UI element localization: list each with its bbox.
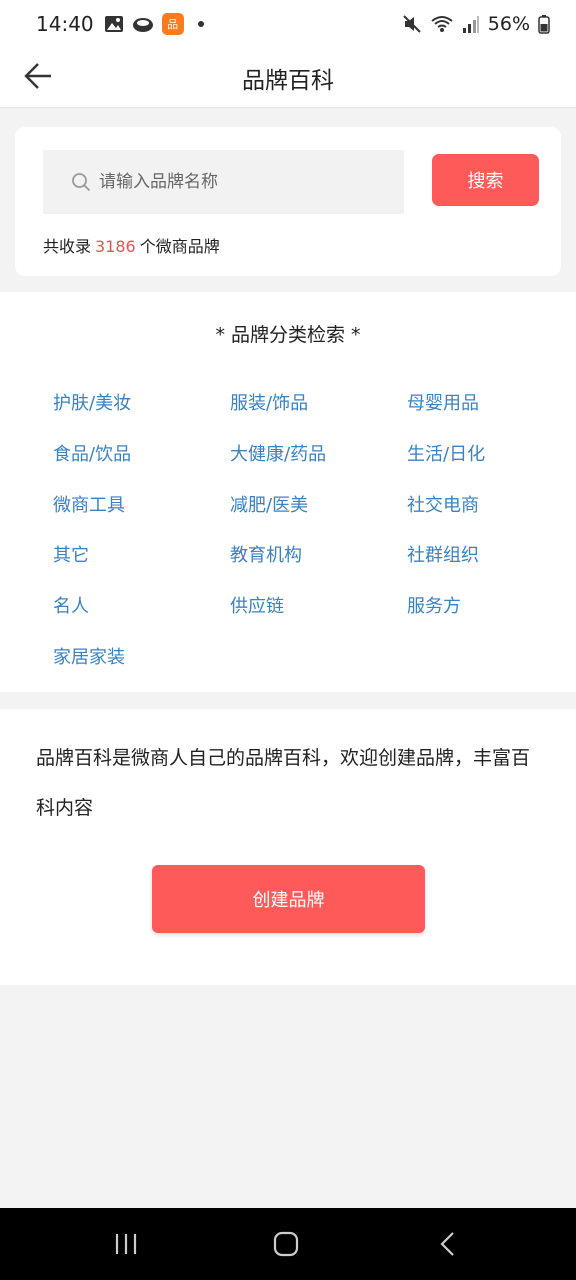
search-icon — [72, 173, 91, 192]
search-box[interactable] — [43, 150, 404, 214]
category-item-social-ecommerce[interactable]: 社交电商 — [407, 494, 553, 545]
signal-icon — [462, 16, 479, 33]
category-grid: 护肤/美妆 服装/饰品 母婴用品 食品/饮品 大健康/药品 生活/日化 微商工具… — [53, 392, 553, 697]
system-back-button[interactable] — [418, 1224, 478, 1264]
page-title: 品牌百科 — [242, 67, 334, 94]
category-item-wechat-tools[interactable]: 微商工具 — [53, 494, 230, 545]
status-bar: 14:40 品 56% — [0, 0, 576, 48]
category-card: * 品牌分类检索 * 护肤/美妆 服装/饰品 母婴用品 食品/饮品 大健康/药品… — [0, 292, 576, 692]
category-item-community[interactable]: 社群组织 — [407, 544, 553, 595]
mute-icon — [403, 15, 421, 33]
status-right: 56% — [402, 13, 550, 35]
wifi-icon — [431, 16, 453, 32]
search-button[interactable]: 搜索 — [432, 154, 539, 206]
count-prefix: 共收录 — [43, 237, 92, 256]
system-nav-bar — [0, 1208, 576, 1280]
category-item-skincare-makeup[interactable]: 护肤/美妆 — [53, 392, 230, 443]
recent-apps-button[interactable] — [96, 1224, 156, 1264]
intro-text: 品牌百科是微商人自己的品牌百科，欢迎创建品牌，丰富百科内容 — [36, 747, 531, 819]
brand-count-line: 共收录 3186 个微商品牌 — [43, 233, 220, 257]
category-item-daily-living[interactable]: 生活/日化 — [407, 443, 553, 494]
category-item-clothing-accessories[interactable]: 服装/饰品 — [230, 392, 407, 443]
category-item-health-medicine[interactable]: 大健康/药品 — [230, 443, 407, 494]
category-item-other[interactable]: 其它 — [53, 544, 230, 595]
category-item-food-drink[interactable]: 食品/饮品 — [53, 443, 230, 494]
count-suffix: 个微商品牌 — [139, 237, 220, 256]
battery-percentage: 56% — [487, 13, 530, 35]
brand-count-value: 3186 — [95, 237, 136, 256]
gallery-icon — [104, 16, 123, 32]
home-icon — [273, 1231, 299, 1257]
status-time: 14:40 — [36, 12, 94, 36]
category-item-slimming-aesthetics[interactable]: 减肥/医美 — [230, 494, 407, 545]
recent-apps-icon — [115, 1234, 137, 1254]
category-item-service-provider[interactable]: 服务方 — [407, 595, 553, 646]
category-item-education[interactable]: 教育机构 — [230, 544, 407, 595]
chevron-left-icon — [440, 1232, 454, 1256]
battery-icon — [538, 15, 550, 34]
app-badge-icon: 品 — [161, 13, 184, 35]
create-brand-button[interactable]: 创建品牌 — [152, 865, 425, 933]
search-input[interactable] — [99, 172, 379, 192]
category-item-supply-chain[interactable]: 供应链 — [230, 595, 407, 646]
arrow-left-icon — [24, 63, 51, 89]
search-card: 搜索 共收录3186个微商品牌 — [15, 127, 561, 276]
category-item-celebrity[interactable]: 名人 — [53, 595, 230, 646]
cloud-app-icon — [132, 18, 153, 32]
app-bar: 品牌百科 — [0, 48, 576, 108]
back-button[interactable] — [18, 56, 58, 96]
status-notification-icons: 品 — [104, 13, 204, 35]
category-item-home-decor[interactable]: 家居家装 — [53, 646, 230, 697]
category-section-title: * 品牌分类检索 * — [215, 324, 361, 346]
category-item-mother-baby[interactable]: 母婴用品 — [407, 392, 553, 443]
more-notifications-dot — [197, 21, 204, 27]
home-button[interactable] — [256, 1224, 316, 1264]
intro-card: 品牌百科是微商人自己的品牌百科，欢迎创建品牌，丰富百科内容 创建品牌 — [0, 709, 576, 985]
